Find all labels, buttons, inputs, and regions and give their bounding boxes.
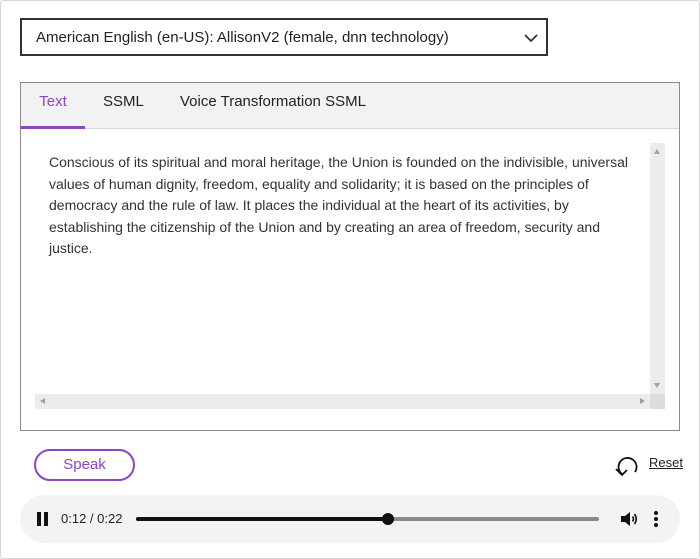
tab-ssml[interactable]: SSML (103, 83, 144, 129)
volume-icon[interactable] (619, 509, 639, 529)
scroll-left-icon[interactable] (40, 398, 45, 404)
text-input[interactable]: Conscious of its spiritual and moral her… (35, 143, 649, 393)
vertical-scrollbar[interactable] (650, 143, 665, 394)
tab-voice-transformation-ssml[interactable]: Voice Transformation SSML (180, 83, 366, 129)
undo-arrow-icon (615, 457, 638, 477)
scroll-right-icon[interactable] (640, 398, 645, 404)
time-display: 0:12 / 0:22 (61, 511, 123, 526)
voice-select-value: American English (en-US): AllisonV2 (fem… (36, 29, 449, 46)
scroll-down-icon[interactable] (654, 383, 660, 388)
chevron-down-icon (524, 34, 538, 43)
speak-button[interactable]: Speak (34, 449, 135, 481)
tab-bar: Text SSML Voice Transformation SSML (21, 83, 679, 129)
pause-icon[interactable] (36, 512, 50, 526)
tab-panel: Text SSML Voice Transformation SSML Cons… (20, 82, 680, 431)
reset-button[interactable]: Reset (613, 452, 683, 478)
audio-player: 0:12 / 0:22 (20, 495, 680, 543)
scroll-corner (650, 394, 665, 409)
progress-slider[interactable] (136, 513, 599, 525)
tab-text[interactable]: Text (21, 83, 85, 129)
scroll-up-icon[interactable] (654, 149, 660, 154)
more-options-icon[interactable] (652, 511, 660, 527)
reset-label: Reset (649, 455, 683, 470)
voice-select[interactable]: American English (en-US): AllisonV2 (fem… (20, 18, 548, 56)
horizontal-scrollbar[interactable] (35, 394, 650, 409)
progress-thumb[interactable] (382, 513, 395, 525)
progress-fill (136, 517, 389, 521)
